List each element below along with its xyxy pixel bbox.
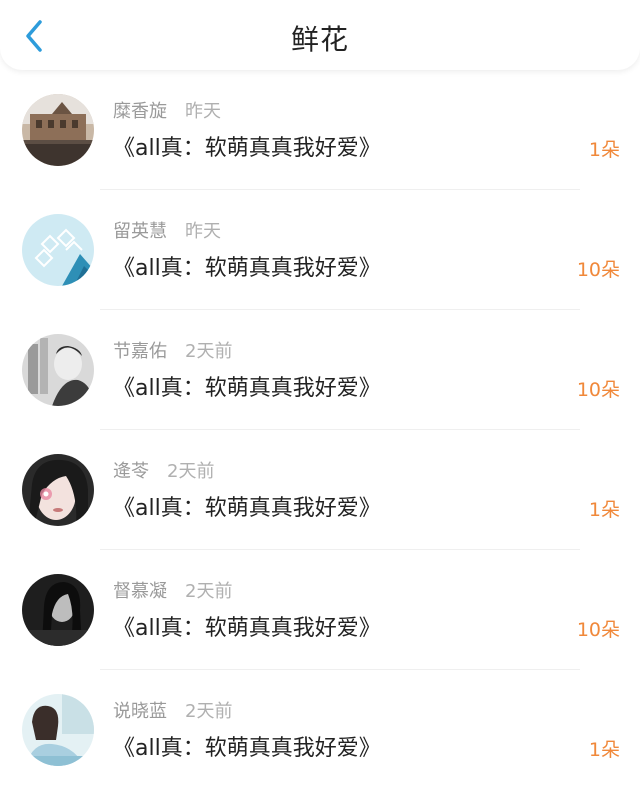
time-label: 昨天 xyxy=(185,221,221,242)
user-name[interactable]: 逄苓 xyxy=(113,461,149,482)
avatar[interactable] xyxy=(22,94,94,166)
item-meta: 糜香旋 昨天 xyxy=(113,100,221,124)
user-name[interactable]: 节嘉佑 xyxy=(113,341,167,362)
item-meta: 逄苓 2天前 xyxy=(113,460,214,484)
item-meta: 说晓蓝 2天前 xyxy=(113,700,232,724)
avatar[interactable] xyxy=(22,214,94,286)
book-title[interactable]: 《all真：软萌真真我好爱》 xyxy=(113,374,381,404)
top-bar: 鲜花 xyxy=(0,0,640,70)
user-name[interactable]: 糜香旋 xyxy=(113,101,167,122)
flower-count: 1朵 xyxy=(588,739,620,761)
flower-count: 10朵 xyxy=(576,259,620,281)
list-item[interactable]: 逄苓 2天前 《all真：软萌真真我好爱》 1朵 xyxy=(0,430,640,550)
list-item[interactable]: 节嘉佑 2天前 《all真：软萌真真我好爱》 10朵 xyxy=(0,310,640,430)
book-title[interactable]: 《all真：软萌真真我好爱》 xyxy=(113,254,381,284)
flower-count: 1朵 xyxy=(588,139,620,161)
user-name[interactable]: 说晓蓝 xyxy=(113,701,167,722)
book-title[interactable]: 《all真：软萌真真我好爱》 xyxy=(113,614,381,644)
list-item[interactable]: 留英慧 昨天 《all真：软萌真真我好爱》 10朵 xyxy=(0,190,640,310)
item-meta: 留英慧 昨天 xyxy=(113,220,221,244)
time-label: 昨天 xyxy=(185,101,221,122)
item-meta: 督慕凝 2天前 xyxy=(113,580,232,604)
time-label: 2天前 xyxy=(185,581,233,602)
flower-count: 10朵 xyxy=(576,379,620,401)
user-name[interactable]: 留英慧 xyxy=(113,221,167,242)
avatar[interactable] xyxy=(22,334,94,406)
book-title[interactable]: 《all真：软萌真真我好爱》 xyxy=(113,494,381,524)
list-item[interactable]: 糜香旋 昨天 《all真：软萌真真我好爱》 1朵 xyxy=(0,70,640,190)
book-title[interactable]: 《all真：软萌真真我好爱》 xyxy=(113,734,381,764)
flower-count: 10朵 xyxy=(576,619,620,641)
user-name[interactable]: 督慕凝 xyxy=(113,581,167,602)
time-label: 2天前 xyxy=(185,341,233,362)
avatar[interactable] xyxy=(22,454,94,526)
page-title: 鲜花 xyxy=(290,23,349,56)
flowers-screen: 鲜花 糜香旋 昨天 《all真：软萌真真我好爱》 1朵 留英慧 昨天 《all真… xyxy=(0,0,640,789)
flower-count: 1朵 xyxy=(588,499,620,521)
time-label: 2天前 xyxy=(167,461,215,482)
gift-list: 糜香旋 昨天 《all真：软萌真真我好爱》 1朵 留英慧 昨天 《all真：软萌… xyxy=(0,70,640,789)
list-item[interactable]: 督慕凝 2天前 《all真：软萌真真我好爱》 10朵 xyxy=(0,550,640,670)
book-title[interactable]: 《all真：软萌真真我好爱》 xyxy=(113,134,381,164)
avatar[interactable] xyxy=(22,574,94,646)
avatar[interactable] xyxy=(22,694,94,766)
item-meta: 节嘉佑 2天前 xyxy=(113,340,232,364)
time-label: 2天前 xyxy=(185,701,233,722)
list-item[interactable]: 说晓蓝 2天前 《all真：软萌真真我好爱》 1朵 xyxy=(0,670,640,789)
